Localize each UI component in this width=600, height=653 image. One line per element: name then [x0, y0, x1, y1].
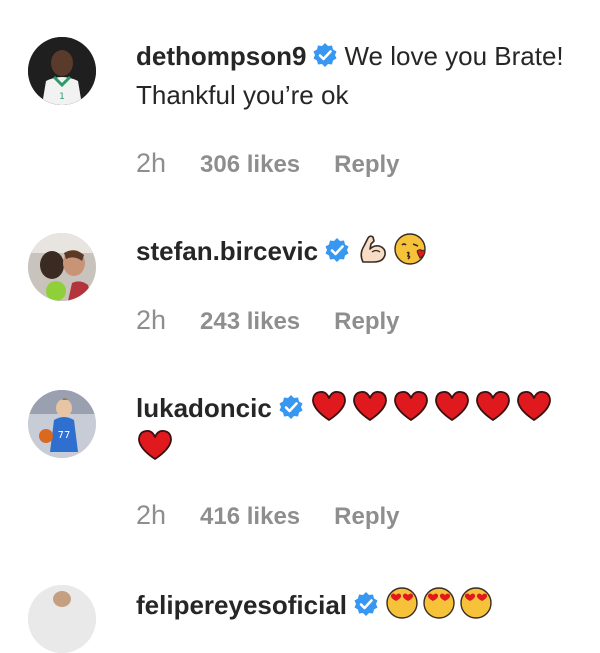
comment-likes[interactable]: 243 likes: [200, 308, 300, 335]
verified-badge-icon: [324, 237, 350, 263]
red-heart-icon: [433, 389, 471, 423]
avatar[interactable]: [28, 233, 96, 301]
face-blowing-kiss-icon: [393, 232, 427, 266]
reply-button[interactable]: Reply: [334, 151, 399, 178]
heart-eyes-face-icon: [422, 586, 456, 620]
reply-button[interactable]: Reply: [334, 503, 399, 530]
comment-time[interactable]: 2h: [136, 148, 166, 178]
comment-body: stefan.bircevic: [136, 232, 576, 271]
comment-meta: 2h 306 likes Reply: [136, 148, 400, 179]
avatar[interactable]: [28, 585, 96, 653]
verified-badge-icon: [312, 42, 338, 68]
red-heart-icon: [310, 389, 348, 423]
red-heart-icon: [474, 389, 512, 423]
comment-time[interactable]: 2h: [136, 305, 166, 335]
comment-time[interactable]: 2h: [136, 500, 166, 530]
player-avatar-icon: [28, 585, 96, 653]
comment-username[interactable]: dethompson9: [136, 41, 306, 71]
red-heart-icon: [351, 389, 389, 423]
couple-photo-avatar-icon: [28, 233, 96, 301]
avatar[interactable]: 77: [28, 390, 96, 458]
basketball-player-avatar-icon: 77: [28, 390, 96, 458]
comment-meta: 2h 243 likes Reply: [136, 305, 400, 336]
heart-eyes-face-icon: [385, 586, 419, 620]
reply-button[interactable]: Reply: [334, 308, 399, 335]
verified-badge-icon: [278, 394, 304, 420]
comment-username[interactable]: stefan.bircevic: [136, 236, 318, 266]
avatar[interactable]: 1: [28, 37, 96, 105]
comment-likes[interactable]: 416 likes: [200, 503, 300, 530]
red-heart-icon: [392, 389, 430, 423]
flexed-biceps-icon: [356, 232, 390, 266]
red-heart-icon: [515, 389, 553, 423]
comment-meta: 2h 416 likes Reply: [136, 500, 400, 531]
comment-body: dethompson9 We love you Brate! Thankful y…: [136, 37, 576, 115]
svg-text:1: 1: [59, 92, 65, 102]
comment-username[interactable]: felipereyesoficial: [136, 590, 347, 620]
comment-body: felipereyesoficial: [136, 586, 496, 621]
red-heart-icon: [136, 428, 174, 462]
verified-badge-icon: [353, 591, 379, 617]
comment-body: lukadoncic: [136, 389, 576, 467]
svg-text:77: 77: [58, 430, 71, 441]
player-jersey-avatar-icon: 1: [28, 37, 96, 105]
comment-likes[interactable]: 306 likes: [200, 151, 300, 178]
comment-username[interactable]: lukadoncic: [136, 393, 272, 423]
heart-eyes-face-icon: [459, 586, 493, 620]
